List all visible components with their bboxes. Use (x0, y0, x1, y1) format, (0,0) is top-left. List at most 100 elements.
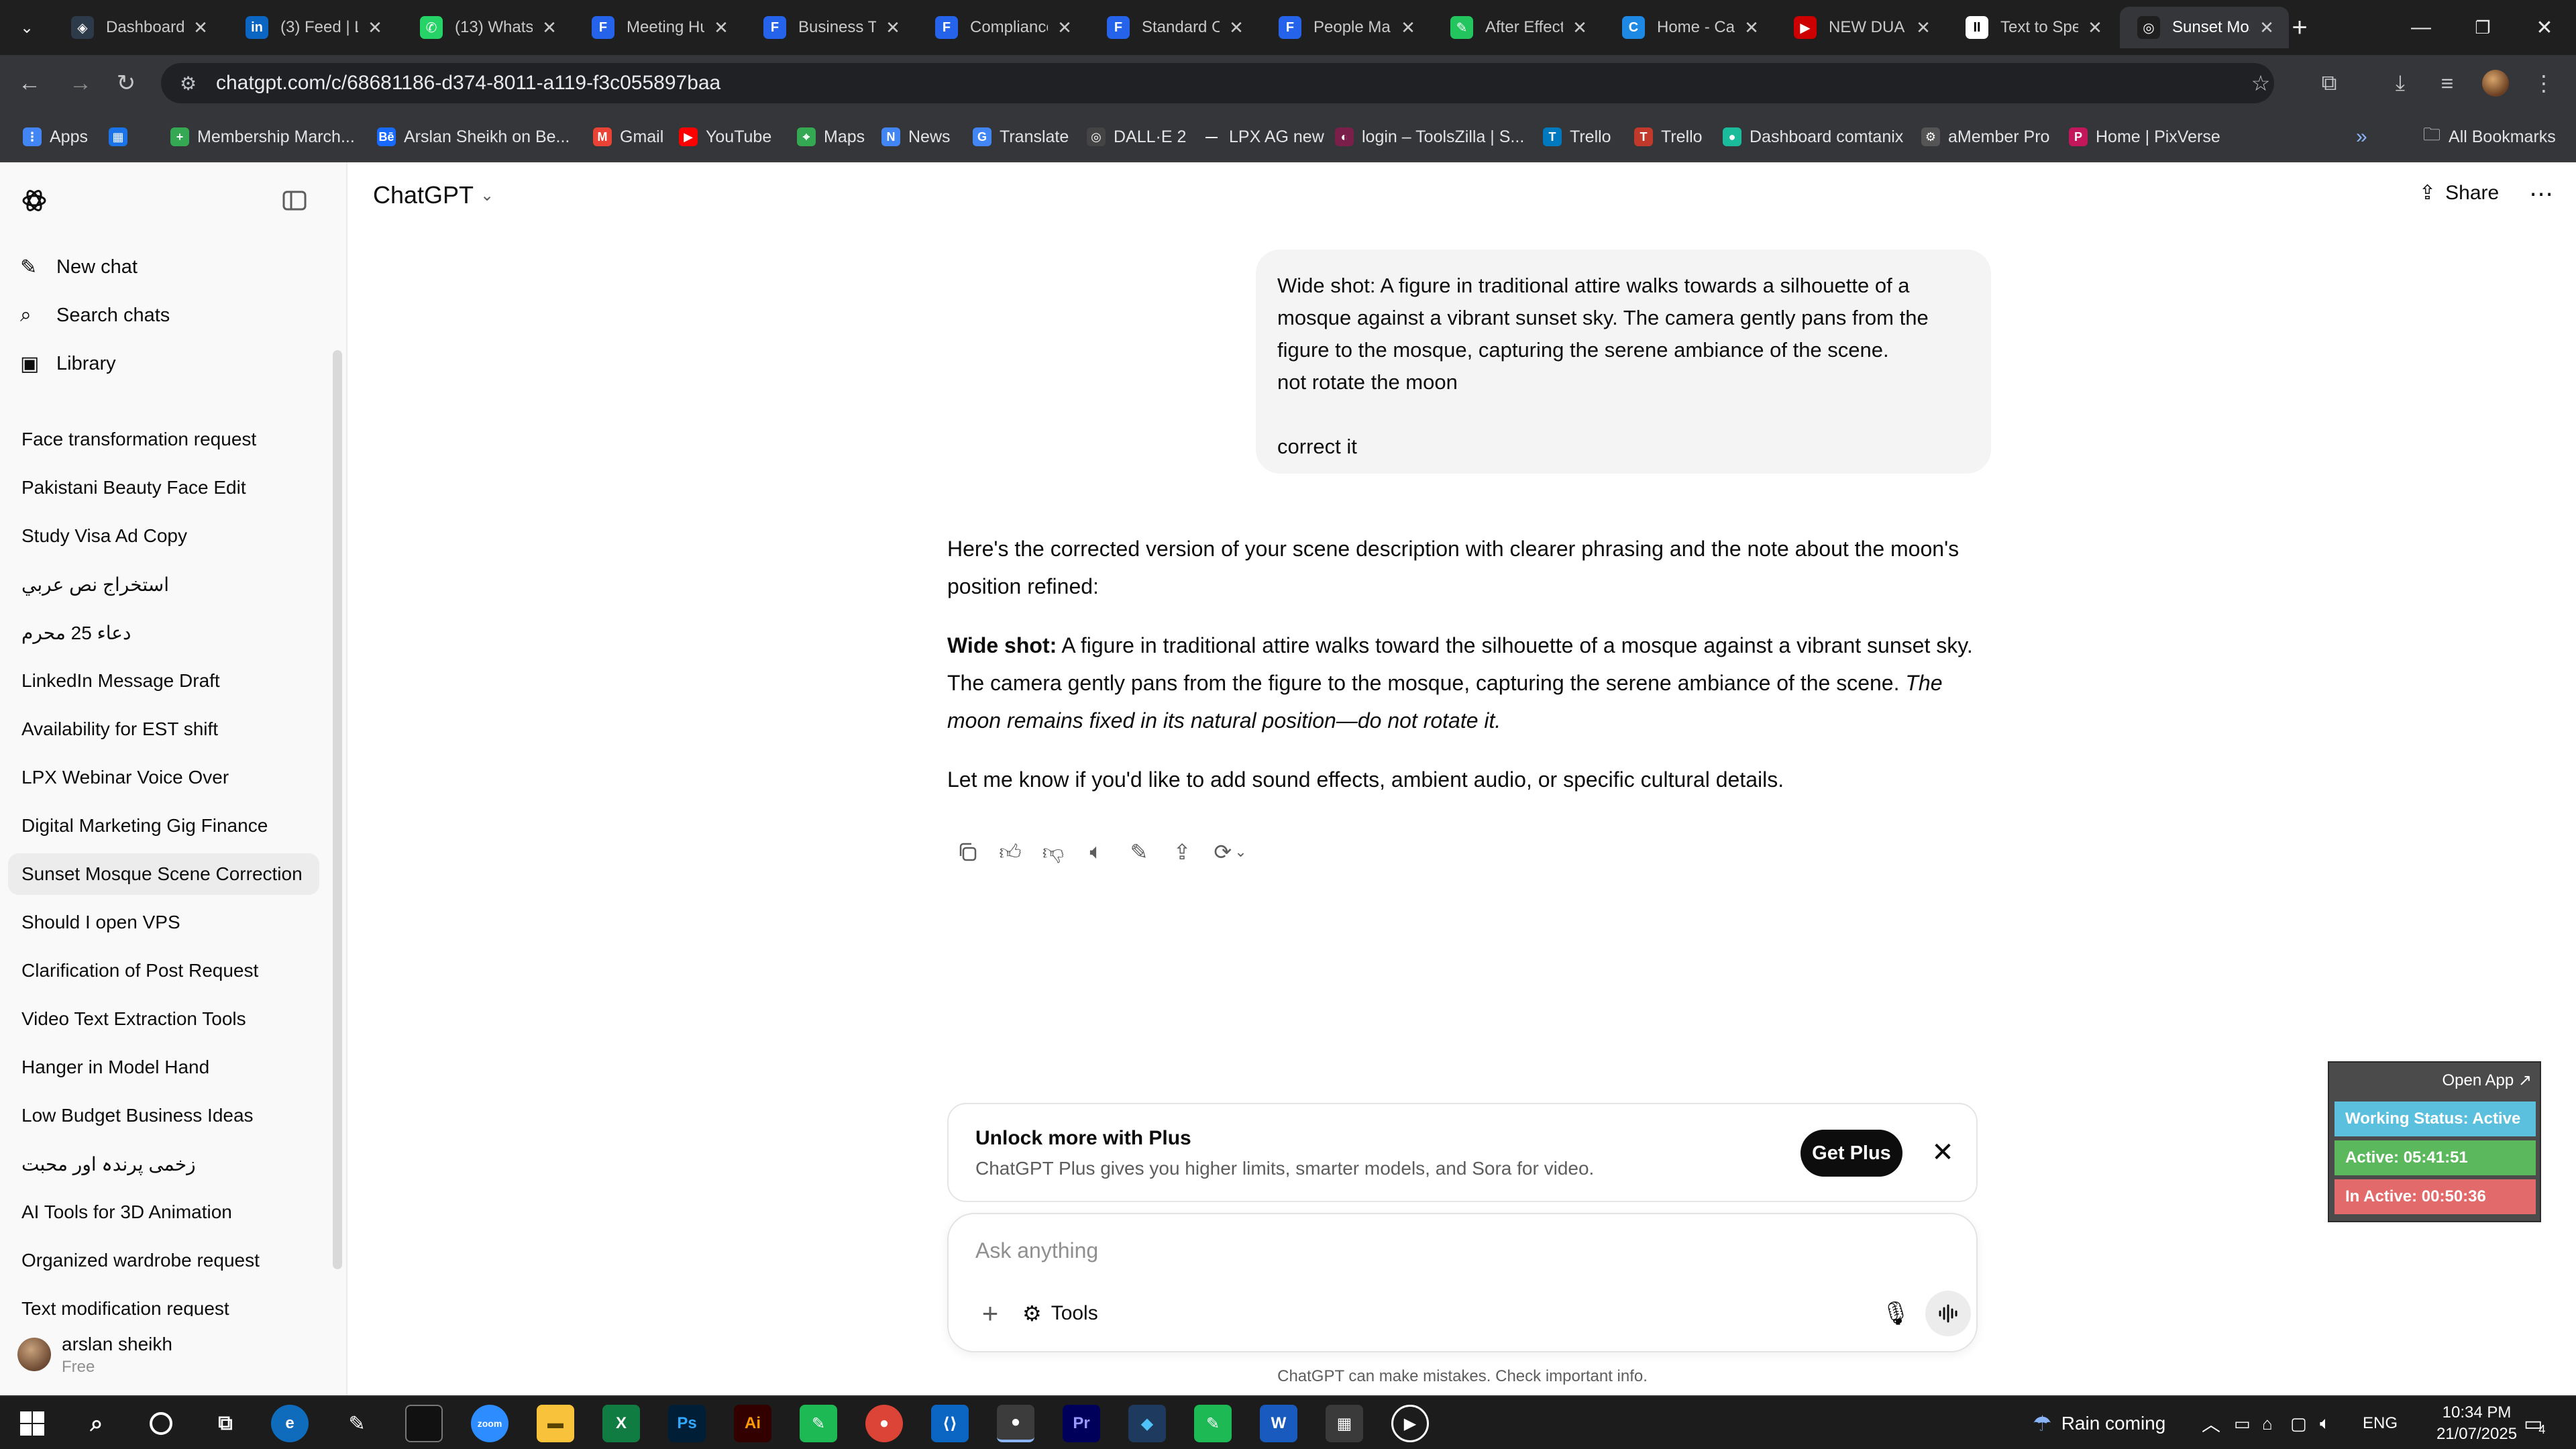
bookmark-item[interactable]: N News (881, 123, 951, 150)
chat-history-item[interactable]: LinkedIn Message Draft (8, 660, 319, 702)
minimize-button[interactable]: — (2391, 0, 2451, 55)
tray-overflow-icon[interactable]: ︿ (2202, 1397, 2220, 1449)
chat-history-item[interactable]: Low Budget Business Ideas (8, 1095, 319, 1136)
chrome-icon[interactable]: ● (865, 1405, 903, 1442)
tab-close-icon[interactable]: ✕ (1055, 17, 1075, 38)
chat-history-item[interactable]: AI Tools for 3D Animation (8, 1191, 319, 1233)
media-player-icon[interactable]: ▶ (1391, 1405, 1429, 1442)
sidebar-scrollbar[interactable] (333, 350, 342, 1269)
microphone-icon[interactable]: 🎙︎ (1877, 1295, 1915, 1332)
more-options-icon[interactable]: ⋯ (2529, 180, 2553, 208)
pen-icon[interactable]: ✎ (338, 1405, 376, 1442)
browser-tab[interactable]: ✎ After Effects ✕ (1433, 7, 1602, 48)
edge-icon[interactable]: e (271, 1405, 309, 1442)
browser-tab[interactable]: F Meeting Hub ✕ (574, 7, 743, 48)
bookmark-item[interactable]: Bē Arslan Sheikh on Be... (377, 123, 570, 150)
file-explorer-icon[interactable]: ▬ (537, 1405, 574, 1442)
chat-history-item[interactable]: Face transformation request (8, 419, 319, 460)
forward-icon[interactable]: → (64, 67, 97, 99)
read-aloud-icon[interactable]: 🔈︎ (1075, 833, 1118, 871)
browser-menu-icon[interactable]: ⋮ (2528, 67, 2560, 99)
weather-widget[interactable]: ☂ Rain coming (2033, 1397, 2165, 1449)
share-button[interactable]: ⇪ Share (2419, 181, 2499, 205)
app-diamond-icon[interactable]: ◆ (1128, 1405, 1166, 1442)
chat-history-item[interactable]: Digital Marketing Gig Finance (8, 805, 319, 847)
tab-close-icon[interactable]: ✕ (1226, 17, 1246, 38)
terminal-icon[interactable] (405, 1405, 443, 1442)
extensions-icon[interactable]: ⧉ (2313, 67, 2345, 99)
browser-tab[interactable]: F People Management ✕ (1261, 7, 1430, 48)
bookmark-item[interactable]: ● Dashboard comtanix (1723, 123, 1903, 150)
chat-history-item[interactable]: LPX Webinar Voice Over (8, 757, 319, 798)
restore-button[interactable]: ❐ (2453, 0, 2513, 55)
openai-logo-icon[interactable] (16, 182, 52, 219)
battery-icon[interactable]: ▭ (2234, 1397, 2251, 1449)
tab-close-icon[interactable]: ✕ (1398, 17, 1418, 38)
tab-close-icon[interactable]: ✕ (191, 17, 211, 38)
prompt-input[interactable] (975, 1232, 1915, 1269)
browser-tab[interactable]: C Home - Canva ✕ (1605, 7, 1774, 48)
attach-plus-icon[interactable]: + (973, 1296, 1008, 1331)
task-view-icon[interactable]: ⧉ (207, 1405, 244, 1442)
tab-close-icon[interactable]: ✕ (2085, 17, 2105, 38)
system-clock[interactable]: 10:34 PM 21/07/2025 (2423, 1402, 2530, 1445)
bookmark-item[interactable]: ◐ login – ToolsZilla | S... (1335, 123, 1524, 150)
bookmark-item[interactable]: M Gmail (593, 123, 663, 150)
tab-close-icon[interactable]: ✕ (883, 17, 903, 38)
browser-tab[interactable]: ✆ (13) WhatsApp ✕ (402, 7, 572, 48)
model-selector[interactable]: ChatGPT ⌄ (373, 181, 494, 209)
language-indicator[interactable]: ENG (2363, 1397, 2398, 1449)
bookmark-item[interactable]: ⋮ Apps (23, 123, 88, 150)
word-icon[interactable]: W (1260, 1405, 1297, 1442)
notification-center[interactable]: ▭ 4 (2524, 1397, 2545, 1449)
chat-history-item[interactable]: Study Visa Ad Copy (8, 515, 319, 557)
reload-icon[interactable]: ↻ (110, 67, 142, 99)
vscode-icon[interactable]: ⟨⟩ (931, 1405, 969, 1442)
library-button[interactable]: ▣ Library (20, 345, 116, 382)
chat-history-item[interactable]: Pakistani Beauty Face Edit (8, 467, 319, 508)
photoshop-icon[interactable]: Ps (668, 1405, 706, 1442)
bookmark-item[interactable]: — LPX AG new (1202, 123, 1324, 150)
chat-history-item[interactable]: زخمی پرندہ اور محبت (8, 1143, 319, 1185)
new-tab-button[interactable]: + (2273, 0, 2326, 55)
media-control-icon[interactable]: ≡ (2431, 67, 2463, 99)
browser-tab[interactable]: ▶ NEW DUA ✕ (1776, 7, 1945, 48)
tab-close-icon[interactable]: ✕ (1741, 17, 1762, 38)
premiere-icon[interactable]: Pr (1063, 1405, 1100, 1442)
start-menu-icon[interactable] (13, 1405, 51, 1442)
bookmark-star-icon[interactable]: ☆ (2245, 67, 2277, 99)
tab-close-icon[interactable]: ✕ (711, 17, 731, 38)
thumbs-down-icon[interactable]: 👎︎ (1032, 833, 1075, 871)
chat-history-item[interactable]: Should I open VPS (8, 902, 319, 943)
illustrator-icon[interactable]: Ai (734, 1405, 771, 1442)
search-icon[interactable]: ⌕ (78, 1405, 115, 1442)
volume-icon[interactable]: 🔈︎ (2320, 1397, 2330, 1449)
all-bookmarks[interactable]: 🗀 All Bookmarks (2423, 123, 2556, 150)
chat-history-item[interactable]: دعاء 25 محرم (8, 612, 319, 653)
new-chat-button[interactable]: ✎ New chat (20, 248, 138, 286)
profile-avatar[interactable] (2479, 67, 2512, 99)
cortana-icon[interactable] (142, 1405, 180, 1442)
green-app-icon[interactable]: ✎ (800, 1405, 837, 1442)
chat-history-item[interactable]: Sunset Mosque Scene Correction (8, 853, 319, 895)
regenerate-icon[interactable]: ⟳ ⌄ (1203, 833, 1257, 871)
calculator-icon[interactable]: ▦ (1326, 1405, 1363, 1442)
display-icon[interactable]: ▢ (2290, 1397, 2307, 1449)
tab-close-icon[interactable]: ✕ (1570, 17, 1590, 38)
browser-tab[interactable]: II Text to Speech ✕ (1948, 7, 2117, 48)
bookmark-item[interactable]: G Translate (973, 123, 1069, 150)
chat-history-item[interactable]: Availability for EST shift (8, 708, 319, 750)
bookmark-item[interactable]: ⌖ Maps (797, 123, 865, 150)
toggle-sidebar-icon[interactable] (276, 182, 313, 219)
copy-icon[interactable] (946, 833, 989, 871)
user-profile-row[interactable]: arslan sheikh Free (0, 1316, 346, 1395)
address-bar[interactable]: ⚙ chatgpt.com/c/68681186-d374-8011-a119-… (161, 63, 2274, 103)
site-info-icon[interactable]: ⚙ (180, 72, 207, 95)
downloads-icon[interactable]: ⤓ (2384, 67, 2416, 99)
edit-icon[interactable]: ✎ (1118, 833, 1161, 871)
bookmark-item[interactable]: T Trello (1543, 123, 1611, 150)
tab-close-icon[interactable]: ✕ (1913, 17, 1933, 38)
chat-history-item[interactable]: Clarification of Post Request (8, 950, 319, 991)
network-icon[interactable]: ⌂ (2262, 1397, 2273, 1449)
browser-tab[interactable]: F Business Tools ✕ (746, 7, 915, 48)
